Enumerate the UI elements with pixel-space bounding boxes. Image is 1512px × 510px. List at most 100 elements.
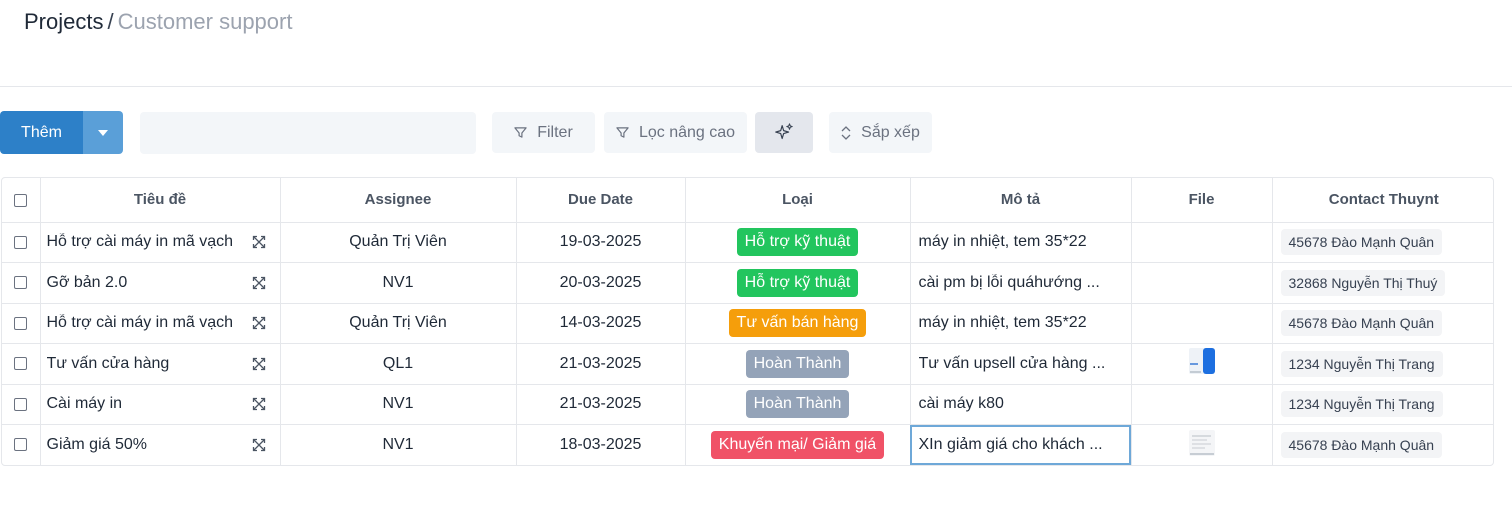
contact-cell[interactable]: 45678 Đào Mạnh Quân — [1272, 222, 1493, 263]
expand-icon[interactable] — [252, 235, 266, 249]
description-cell[interactable]: máy in nhiệt, tem 35*22 — [910, 222, 1132, 263]
expand-icon[interactable] — [252, 316, 266, 330]
file-cell[interactable] — [1131, 303, 1273, 344]
assignee-cell[interactable]: QL1 — [280, 343, 517, 385]
expand-icon[interactable] — [252, 276, 266, 290]
header-file[interactable]: File — [1131, 178, 1273, 223]
title-cell[interactable]: Tư vấn cửa hàng — [40, 343, 281, 385]
table-row[interactable]: Cài máy in NV1 21-03-2025 Hoàn Thành cài… — [2, 384, 1493, 425]
ai-assist-button[interactable] — [755, 112, 813, 153]
header-assignee[interactable]: Assignee — [280, 178, 517, 223]
file-thumbnail-icon[interactable] — [1187, 347, 1217, 375]
description-cell[interactable]: cài pm bị lỗi quáhướng ... — [910, 262, 1132, 304]
type-badge: Hỗ trợ kỹ thuật — [736, 228, 859, 257]
add-dropdown-button[interactable] — [83, 111, 123, 154]
header-description[interactable]: Mô tả — [910, 178, 1132, 223]
row-checkbox[interactable] — [14, 397, 28, 411]
task-title: Hỗ trợ cài máy in mã vạch — [46, 233, 234, 251]
select-all-checkbox[interactable] — [14, 193, 28, 207]
filter-icon — [616, 127, 629, 138]
row-checkbox[interactable] — [14, 357, 28, 371]
search-input[interactable] — [140, 112, 476, 154]
assignee-cell[interactable]: NV1 — [280, 424, 517, 465]
file-cell[interactable] — [1131, 384, 1273, 425]
expand-icon[interactable] — [252, 357, 266, 371]
assignee-cell[interactable]: NV1 — [280, 262, 517, 304]
sort-button[interactable]: Sắp xếp — [829, 112, 932, 153]
file-cell[interactable] — [1131, 343, 1273, 385]
description-cell[interactable]: cài máy k80 — [910, 384, 1132, 425]
description-cell[interactable]: Tư vấn upsell cửa hàng ... — [910, 343, 1132, 385]
description-text: cài pm bị lỗi quáhướng ... — [918, 273, 1100, 291]
description-cell[interactable]: XIn giảm giá cho khách ... — [910, 424, 1132, 465]
breadcrumb-current: Customer support — [117, 9, 293, 34]
contact-cell[interactable]: 32868 Nguyễn Thị Thuý — [1272, 262, 1493, 304]
header-title[interactable]: Tiêu đề — [40, 178, 281, 223]
contact-cell[interactable]: 1234 Nguyễn Thị Trang — [1272, 384, 1493, 425]
title-cell[interactable]: Gỡ bản 2.0 — [40, 262, 281, 304]
row-checkbox[interactable] — [14, 316, 28, 330]
table-row[interactable]: Hỗ trợ cài máy in mã vạch Quản Trị Viên … — [2, 222, 1493, 263]
row-select-cell — [2, 424, 41, 465]
contact-chip: 1234 Nguyễn Thị Trang — [1280, 391, 1443, 418]
advanced-filter-button[interactable]: Lọc nâng cao — [604, 112, 747, 153]
table-row[interactable]: Gỡ bản 2.0 NV1 20-03-2025 Hỗ trợ kỹ thuậ… — [2, 262, 1493, 304]
assignee-cell[interactable]: Quản Trị Viên — [280, 222, 517, 263]
type-cell[interactable]: Hỗ trợ kỹ thuật — [685, 262, 911, 304]
header-due-date[interactable]: Due Date — [516, 178, 686, 223]
row-checkbox[interactable] — [14, 235, 28, 249]
row-checkbox[interactable] — [14, 276, 28, 290]
advanced-filter-label: Lọc nâng cao — [638, 123, 736, 141]
due-date-cell[interactable]: 20-03-2025 — [516, 262, 686, 304]
table-row[interactable]: Hỗ trợ cài máy in mã vạch Quản Trị Viên … — [2, 303, 1493, 344]
expand-icon[interactable] — [252, 397, 266, 411]
contact-cell[interactable]: 1234 Nguyễn Thị Trang — [1272, 343, 1493, 385]
filter-button[interactable]: Filter — [492, 112, 595, 153]
contact-cell[interactable]: 45678 Đào Mạnh Quân — [1272, 425, 1493, 466]
contact-chip: 1234 Nguyễn Thị Trang — [1280, 350, 1443, 377]
type-cell[interactable]: Hoàn Thành — [685, 343, 911, 385]
breadcrumb: Projects / Customer support — [24, 8, 292, 36]
description-cell[interactable]: máy in nhiệt, tem 35*22 — [910, 303, 1132, 344]
title-cell[interactable]: Giảm giá 50% — [40, 424, 281, 465]
add-button[interactable]: Thêm — [0, 111, 83, 154]
due-date-cell[interactable]: 14-03-2025 — [516, 303, 686, 344]
type-badge: Hoàn Thành — [745, 349, 850, 378]
description-text: Tư vấn upsell cửa hàng ... — [918, 354, 1106, 372]
title-cell[interactable]: Hỗ trợ cài máy in mã vạch — [40, 303, 281, 344]
due-date-cell[interactable]: 18-03-2025 — [516, 424, 686, 465]
row-select-cell — [2, 384, 41, 425]
row-select-cell — [2, 343, 41, 385]
row-select-cell — [2, 262, 41, 304]
contact-cell[interactable]: 45678 Đào Mạnh Quân — [1272, 303, 1493, 344]
table-header-row: Tiêu đề Assignee Due Date Loại Mô tả Fil… — [2, 178, 1493, 223]
file-cell[interactable] — [1131, 222, 1273, 263]
expand-icon[interactable] — [252, 438, 266, 452]
type-cell[interactable]: Khuyến mại/ Giảm giá — [685, 424, 911, 465]
type-cell[interactable]: Hoàn Thành — [685, 384, 911, 425]
row-checkbox[interactable] — [14, 438, 28, 452]
header-type[interactable]: Loại — [685, 178, 911, 223]
type-cell[interactable]: Tư vấn bán hàng — [685, 303, 911, 344]
select-all-cell — [2, 178, 41, 223]
title-cell[interactable]: Hỗ trợ cài máy in mã vạch — [40, 222, 281, 263]
file-thumbnail-icon[interactable] — [1187, 429, 1217, 457]
file-cell[interactable] — [1131, 262, 1273, 304]
type-cell[interactable]: Hỗ trợ kỹ thuật — [685, 222, 911, 263]
description-text: máy in nhiệt, tem 35*22 — [918, 314, 1087, 332]
row-select-cell — [2, 303, 41, 344]
breadcrumb-projects[interactable]: Projects — [24, 9, 103, 34]
due-date-cell[interactable]: 21-03-2025 — [516, 384, 686, 425]
table-row[interactable]: Giảm giá 50% NV1 18-03-2025 Khuyến mại/ … — [2, 424, 1493, 466]
due-date-cell[interactable]: 19-03-2025 — [516, 222, 686, 263]
sort-button-label: Sắp xếp — [861, 123, 920, 141]
assignee-cell[interactable]: NV1 — [280, 384, 517, 425]
header-contact[interactable]: Contact Thuynt — [1272, 178, 1493, 223]
assignee-cell[interactable]: Quản Trị Viên — [280, 303, 517, 344]
file-cell[interactable] — [1131, 424, 1273, 465]
add-button-group: Thêm — [0, 111, 123, 154]
task-title: Cài máy in — [46, 395, 123, 413]
due-date-cell[interactable]: 21-03-2025 — [516, 343, 686, 385]
title-cell[interactable]: Cài máy in — [40, 384, 281, 425]
table-row[interactable]: Tư vấn cửa hàng QL1 21-03-2025 Hoàn Thàn… — [2, 343, 1493, 385]
